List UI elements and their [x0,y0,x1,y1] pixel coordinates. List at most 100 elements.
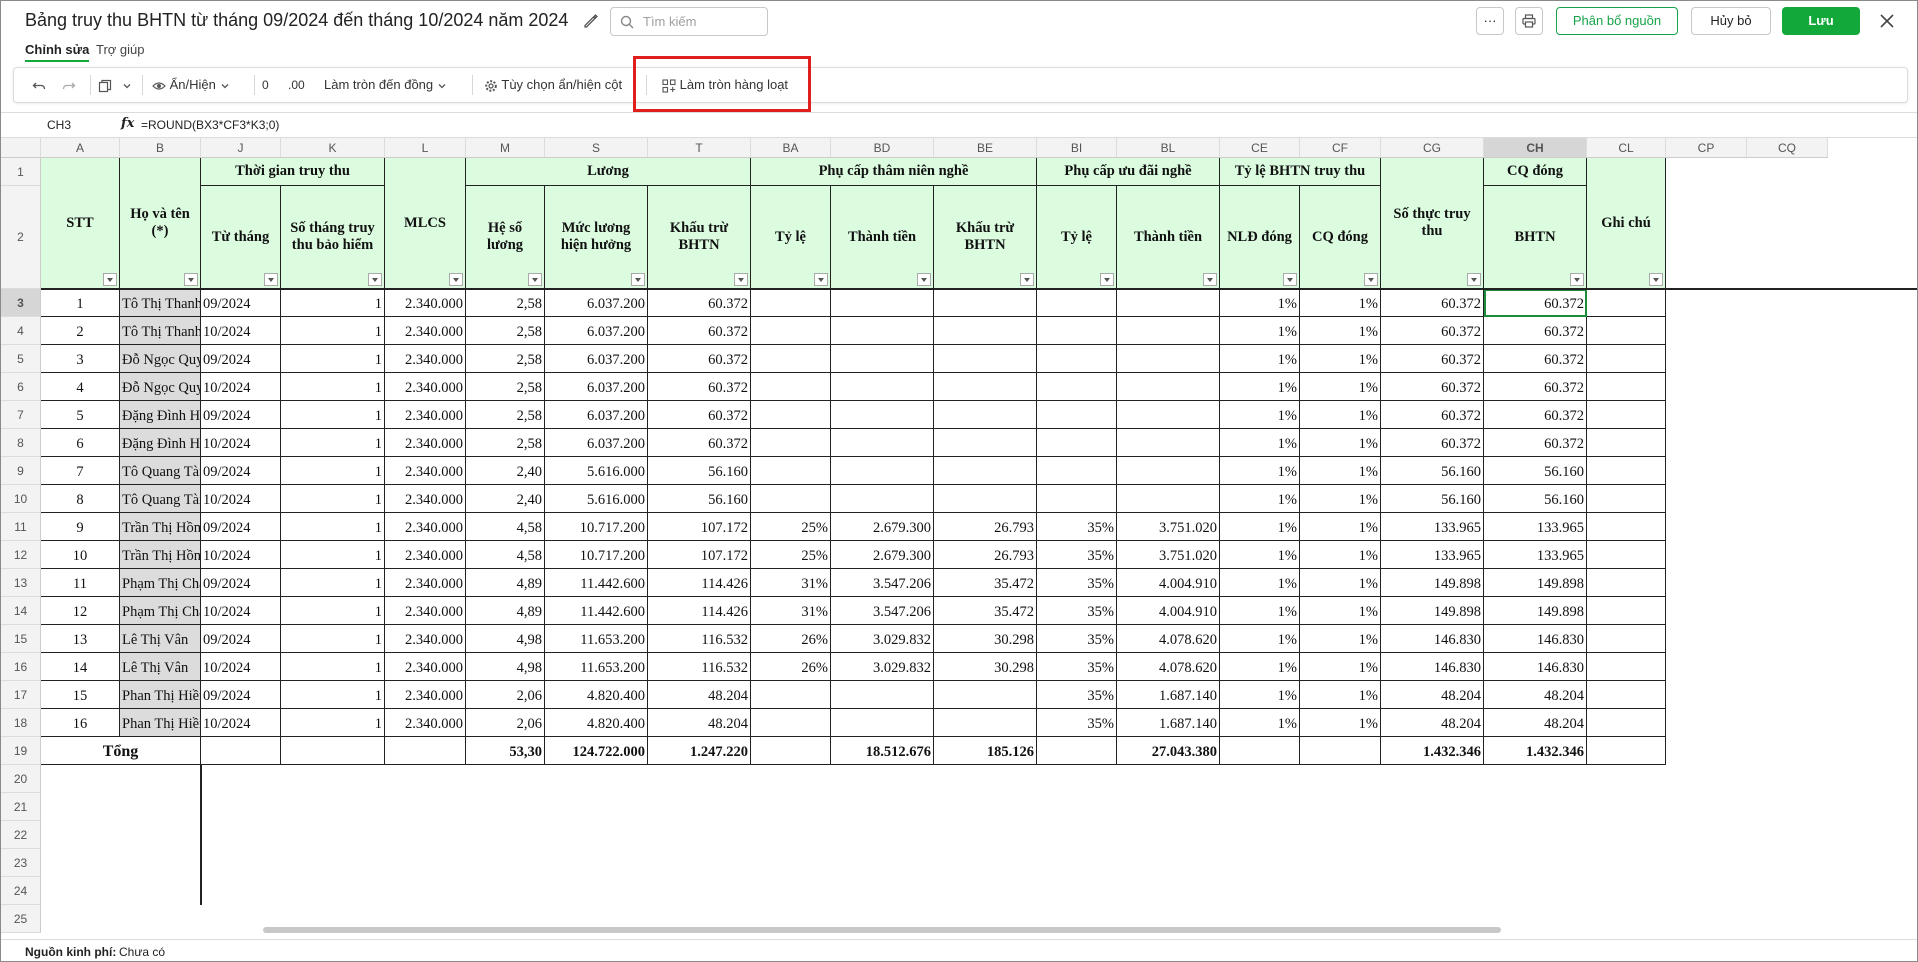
column-header-t[interactable]: T [648,138,751,158]
column-header-s[interactable]: S [545,138,648,158]
cell-agency-rate[interactable]: 1% [1300,289,1381,317]
cell-seniority-amount[interactable]: 2.679.300 [831,541,934,569]
cell-seniority-rate[interactable] [751,485,831,513]
cell-seniority-amount[interactable]: 3.029.832 [831,653,934,681]
cell-stt[interactable]: 2 [41,317,120,345]
cell-incentive-rate[interactable] [1037,401,1117,429]
filter-dropdown-icon[interactable] [184,273,198,286]
cell-bhtn[interactable]: 146.830 [1484,625,1587,653]
filter-dropdown-icon[interactable] [1364,273,1378,286]
cell-seniority-amount[interactable] [831,401,934,429]
cell-name[interactable]: Phạm Thị Chà [120,597,201,625]
cell-stt[interactable]: 8 [41,485,120,513]
cell-incentive-rate[interactable]: 35% [1037,653,1117,681]
cell-deduction[interactable]: 114.426 [648,569,751,597]
cell-deduction[interactable]: 56.160 [648,457,751,485]
cell-incentive-rate[interactable]: 35% [1037,709,1117,737]
cell-incentive-amount[interactable]: 4.078.620 [1117,625,1220,653]
print-button[interactable] [1515,7,1543,35]
cell-incentive-amount[interactable] [1117,457,1220,485]
cell-seniority-rate[interactable]: 25% [751,513,831,541]
cell-months[interactable]: 1 [281,317,385,345]
filter-dropdown-icon[interactable] [264,273,278,286]
filter-dropdown-icon[interactable] [449,273,463,286]
cell-name[interactable]: Tô Thị Thanh Vân [120,317,201,345]
cell-stt[interactable]: 9 [41,513,120,541]
cell-mlcs[interactable]: 2.340.000 [385,457,466,485]
column-header-cl[interactable]: CL [1587,138,1666,158]
cell-seniority-rate[interactable]: 31% [751,597,831,625]
column-options-button[interactable]: Tùy chọn ẩn/hiện cột [484,68,622,102]
cancel-button[interactable]: Hủy bỏ [1691,7,1771,35]
filter-dropdown-icon[interactable] [631,273,645,286]
filter-dropdown-icon[interactable] [917,273,931,286]
cell-agency-rate[interactable]: 1% [1300,373,1381,401]
cell-incentive-rate[interactable] [1037,457,1117,485]
cell-salary[interactable]: 4.820.400 [545,681,648,709]
cell-months[interactable]: 1 [281,681,385,709]
cell-name[interactable]: Lê Thị Vân [120,653,201,681]
cell-agency-rate[interactable]: 1% [1300,569,1381,597]
row-number[interactable]: 19 [1,737,41,765]
increase-decimal-button[interactable]: .00 [288,68,305,102]
row-number[interactable]: 8 [1,429,41,457]
cell-incentive-rate[interactable]: 35% [1037,681,1117,709]
row-number[interactable]: 11 [1,513,41,541]
cell-incentive-amount[interactable]: 3.751.020 [1117,513,1220,541]
horizontal-scrollbar[interactable] [263,927,1501,933]
round-dropdown[interactable]: Làm tròn đến đồng [324,68,447,102]
cell-incentive-amount[interactable] [1117,317,1220,345]
cell-month[interactable]: 09/2024 [201,457,281,485]
cell-actual[interactable]: 56.160 [1381,457,1484,485]
column-header-ce[interactable]: CE [1220,138,1300,158]
cell-months[interactable]: 1 [281,541,385,569]
cell-seniority-amount[interactable] [831,289,934,317]
cell-name[interactable]: Tô Quang Tài [120,457,201,485]
cell-incentive-amount[interactable] [1117,373,1220,401]
cell-name[interactable]: Tô Thị Thanh Vân [120,289,201,317]
cell-note[interactable] [1587,373,1666,401]
column-header-k[interactable]: K [281,138,385,158]
cell-seniority-deduction[interactable]: 30.298 [934,653,1037,681]
cell-seniority-rate[interactable]: 26% [751,653,831,681]
cell-agency-rate[interactable]: 1% [1300,457,1381,485]
column-header-bl[interactable]: BL [1117,138,1220,158]
cell-bhtn[interactable]: 133.965 [1484,513,1587,541]
cell-incentive-amount[interactable]: 1.687.140 [1117,709,1220,737]
cell-seniority-rate[interactable] [751,345,831,373]
cell-seniority-deduction[interactable] [934,373,1037,401]
row-number[interactable]: 7 [1,401,41,429]
cell-salary[interactable]: 11.442.600 [545,569,648,597]
row-number[interactable]: 18 [1,709,41,737]
row-number[interactable]: 13 [1,569,41,597]
cell-coefficient[interactable]: 4,58 [466,513,545,541]
cell-bhtn[interactable]: 133.965 [1484,541,1587,569]
cell-incentive-rate[interactable] [1037,345,1117,373]
cell-bhtn[interactable]: 149.898 [1484,569,1587,597]
cell-coefficient[interactable]: 2,58 [466,345,545,373]
cell-name[interactable]: Tô Quang Tài [120,485,201,513]
cell-incentive-rate[interactable] [1037,429,1117,457]
cell-stt[interactable]: 10 [41,541,120,569]
cell-agency-rate[interactable]: 1% [1300,709,1381,737]
cell-stt[interactable]: 11 [41,569,120,597]
cell-seniority-deduction[interactable]: 35.472 [934,569,1037,597]
undo-icon[interactable] [32,68,46,102]
cell-name[interactable]: Trần Thị Hồng Hạnh [120,513,201,541]
cell-mlcs[interactable]: 2.340.000 [385,541,466,569]
cell-salary[interactable]: 10.717.200 [545,541,648,569]
cell-stt[interactable]: 4 [41,373,120,401]
row-number[interactable]: 25 [1,905,41,933]
row-number[interactable]: 15 [1,625,41,653]
cell-coefficient[interactable]: 2,58 [466,429,545,457]
filter-dropdown-icon[interactable] [814,273,828,286]
cell-employee-rate[interactable]: 1% [1220,485,1300,513]
cell-bhtn[interactable]: 60.372 [1484,317,1587,345]
cell-note[interactable] [1587,345,1666,373]
cell-incentive-amount[interactable]: 4.078.620 [1117,653,1220,681]
cell-coefficient[interactable]: 2,06 [466,681,545,709]
cell-seniority-rate[interactable]: 31% [751,569,831,597]
cell-seniority-deduction[interactable]: 35.472 [934,597,1037,625]
filter-dropdown-icon[interactable] [528,273,542,286]
cell-employee-rate[interactable]: 1% [1220,653,1300,681]
